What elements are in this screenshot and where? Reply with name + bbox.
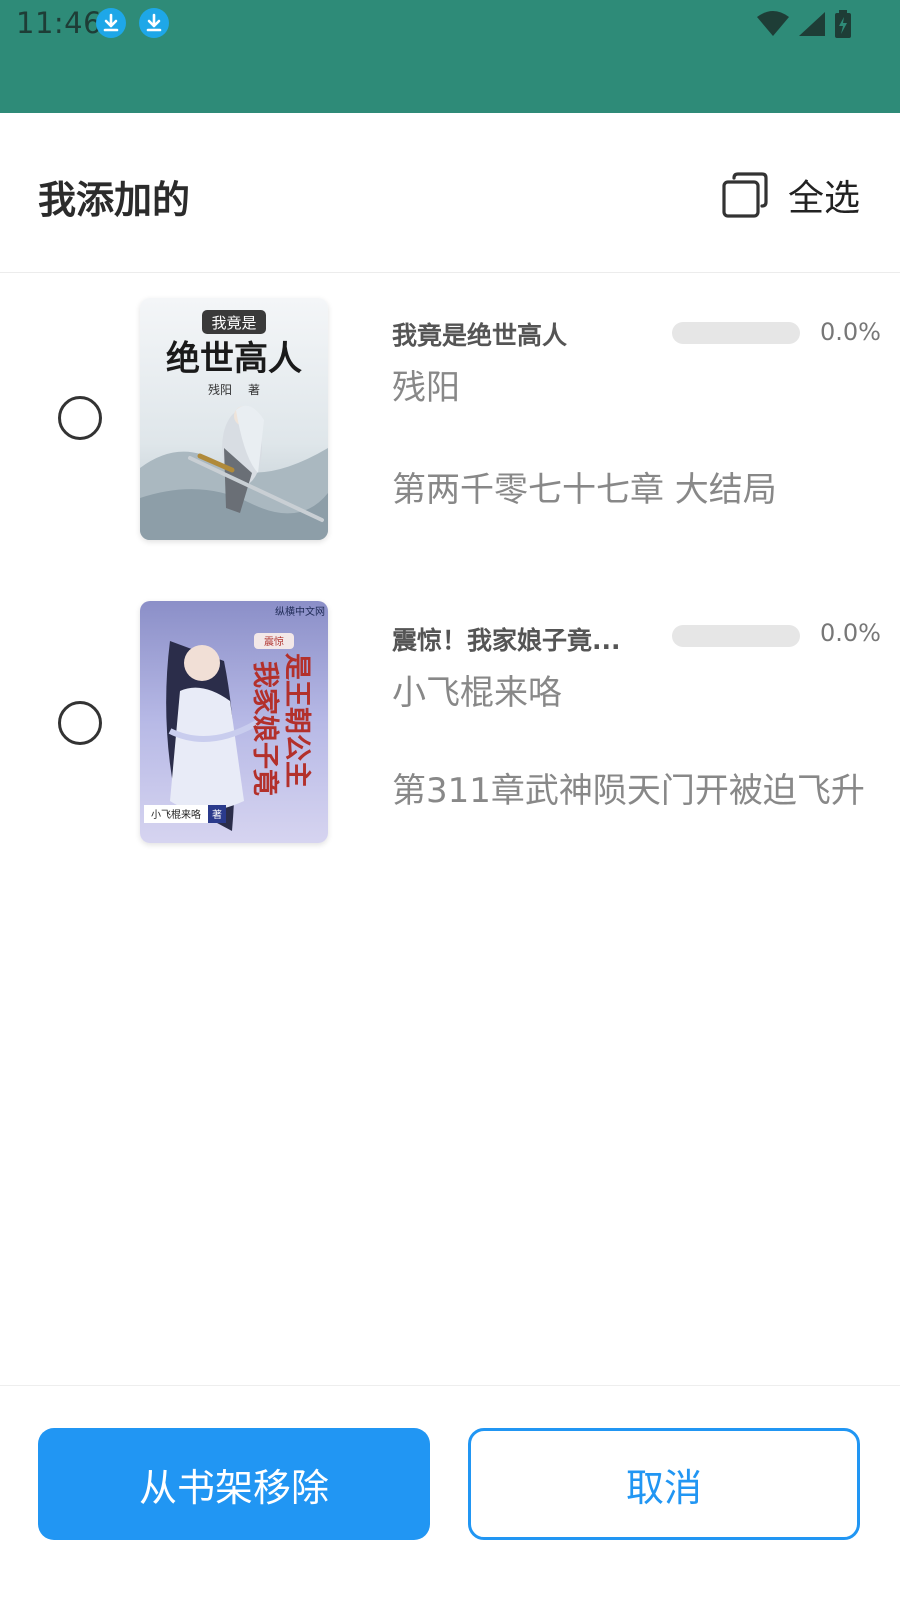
cover-text: 残阳	[208, 383, 232, 397]
signal-icon	[799, 12, 825, 36]
cover-text: 小飞棍来咯	[151, 808, 201, 821]
cover-text: 我家娘子竟	[249, 661, 281, 796]
status-bar: 11:46	[0, 0, 900, 113]
reading-progress-text: 0.0%	[820, 318, 881, 346]
book-title: 我竟是绝世高人	[392, 321, 568, 350]
download-icon	[96, 8, 126, 38]
wifi-icon	[757, 11, 789, 36]
reading-progress-bar	[672, 322, 800, 344]
latest-chapter: 第311章武神陨天门开被迫飞升	[392, 771, 865, 811]
download-icon	[139, 8, 169, 38]
remove-from-shelf-button[interactable]: 从书架移除	[38, 1428, 430, 1540]
divider	[0, 1385, 900, 1386]
latest-chapter: 第两千零七十七章 大结局	[392, 470, 777, 510]
page-header: 我添加的 全选	[0, 113, 900, 273]
page-title: 我添加的	[38, 178, 191, 222]
select-all-label: 全选	[787, 178, 860, 219]
cover-text: 纵横中文网	[275, 605, 325, 618]
book-author: 小飞棍来咯	[392, 673, 562, 713]
book-list-item[interactable]: 纵横中文网 震惊 我家娘子竟 是王朝公主 小飞棍来咯 著 震惊！我家娘子竟...…	[0, 595, 900, 855]
select-all-button[interactable]: 全选	[722, 169, 860, 221]
select-all-icon	[722, 172, 768, 218]
book-title: 震惊！我家娘子竟...	[392, 626, 621, 655]
book-cover: 我竟是 绝世高人 残阳 著	[140, 298, 328, 540]
battery-icon	[835, 10, 851, 38]
cover-text: 我竟是	[211, 314, 256, 332]
book-author: 残阳	[392, 368, 460, 408]
book-select-radio[interactable]	[58, 701, 102, 745]
cancel-button[interactable]: 取消	[468, 1428, 860, 1540]
book-list-item[interactable]: 我竟是 绝世高人 残阳 著 我竟是绝世高人 0.0% 残阳 第两千零七十七章 大…	[0, 290, 900, 550]
reading-progress-text: 0.0%	[820, 619, 881, 647]
cover-text: 著	[212, 808, 222, 821]
cover-text: 是王朝公主	[281, 653, 312, 788]
cover-text: 绝世高人	[166, 339, 302, 379]
book-select-radio[interactable]	[58, 396, 102, 440]
cover-text: 震惊	[264, 635, 284, 648]
status-time: 11:46	[16, 6, 103, 40]
reading-progress-bar	[672, 625, 800, 647]
book-cover: 纵横中文网 震惊 我家娘子竟 是王朝公主 小飞棍来咯 著	[140, 601, 328, 843]
cover-text: 著	[248, 383, 260, 397]
